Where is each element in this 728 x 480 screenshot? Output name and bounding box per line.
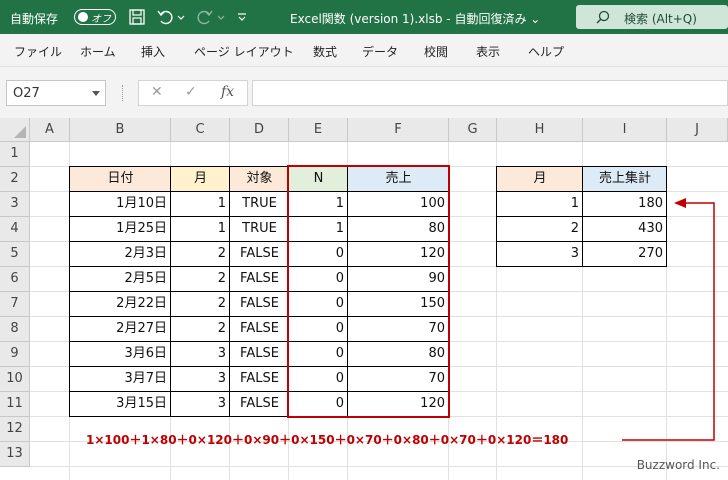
tab-home[interactable]: ホーム bbox=[80, 43, 116, 60]
splitter-handle[interactable] bbox=[122, 85, 124, 101]
autosave-state: オフ bbox=[91, 14, 111, 25]
tab-review[interactable]: 校閲 bbox=[424, 43, 448, 60]
name-box-value: O27 bbox=[13, 86, 40, 101]
insert-function-icon[interactable]: fx bbox=[221, 84, 234, 100]
tab-view[interactable]: 表示 bbox=[476, 43, 500, 60]
tab-file[interactable]: ファイル bbox=[14, 43, 62, 60]
title-bar: 自動保存 オフ Excel関数 (version 1).xlsb - 自動回復済… bbox=[0, 0, 728, 34]
autosave-label: 自動保存 bbox=[10, 12, 59, 26]
tab-insert[interactable]: 挿入 bbox=[141, 43, 165, 60]
undo-icon[interactable] bbox=[156, 8, 174, 26]
formula-bar: O27 ✕ ✓ fx bbox=[0, 67, 728, 118]
annotation-arrow bbox=[622, 198, 715, 441]
excel-window: 自動保存 オフ Excel関数 (version 1).xlsb - 自動回復済… bbox=[0, 0, 728, 480]
spreadsheet-grid[interactable]: ABCDEFGHIJ 1 2 3 4 5 6 7 8 9 10 11 12 13 日付月対象 N 売上 1月1… bbox=[0, 118, 728, 480]
autosave-toggle[interactable]: オフ bbox=[74, 9, 116, 25]
tab-data[interactable]: データ bbox=[362, 43, 398, 60]
enter-icon[interactable]: ✓ bbox=[185, 84, 197, 100]
arrow-head-icon bbox=[674, 198, 686, 208]
redo-dropdown-icon[interactable] bbox=[216, 8, 226, 26]
formula-buttons: ✕ ✓ fx bbox=[138, 80, 248, 106]
watermark: Buzzword Inc. bbox=[636, 458, 720, 472]
name-box[interactable]: O27 bbox=[6, 80, 106, 106]
customize-icon[interactable] bbox=[236, 8, 248, 26]
file-title[interactable]: Excel関数 (version 1).xlsb - 自動回復済み ⌄ bbox=[290, 10, 540, 27]
chevron-down-icon[interactable] bbox=[92, 91, 100, 96]
formula-input[interactable] bbox=[252, 80, 728, 106]
search-placeholder: 検索 (Alt+Q) bbox=[624, 12, 697, 26]
search-box[interactable]: 検索 (Alt+Q) bbox=[576, 5, 728, 29]
toggle-knob-icon bbox=[78, 12, 88, 22]
ribbon-tabs: ファイル ホーム 挿入 ページ レイアウト 数式 データ 校閲 表示 ヘルプ bbox=[0, 34, 728, 67]
tab-formulas[interactable]: 数式 bbox=[313, 43, 337, 60]
tab-help[interactable]: ヘルプ bbox=[528, 43, 564, 60]
calculation-annotation: 1×100＋1×80＋0×120＋0×90＋0×150＋0×70＋0×80＋0×… bbox=[86, 433, 569, 447]
save-icon[interactable] bbox=[128, 8, 146, 26]
redo-icon[interactable] bbox=[196, 8, 214, 26]
tab-page-layout[interactable]: ページ レイアウト bbox=[194, 43, 294, 60]
undo-dropdown-icon[interactable] bbox=[176, 8, 186, 26]
cancel-icon[interactable]: ✕ bbox=[151, 84, 163, 100]
search-icon bbox=[596, 10, 610, 24]
